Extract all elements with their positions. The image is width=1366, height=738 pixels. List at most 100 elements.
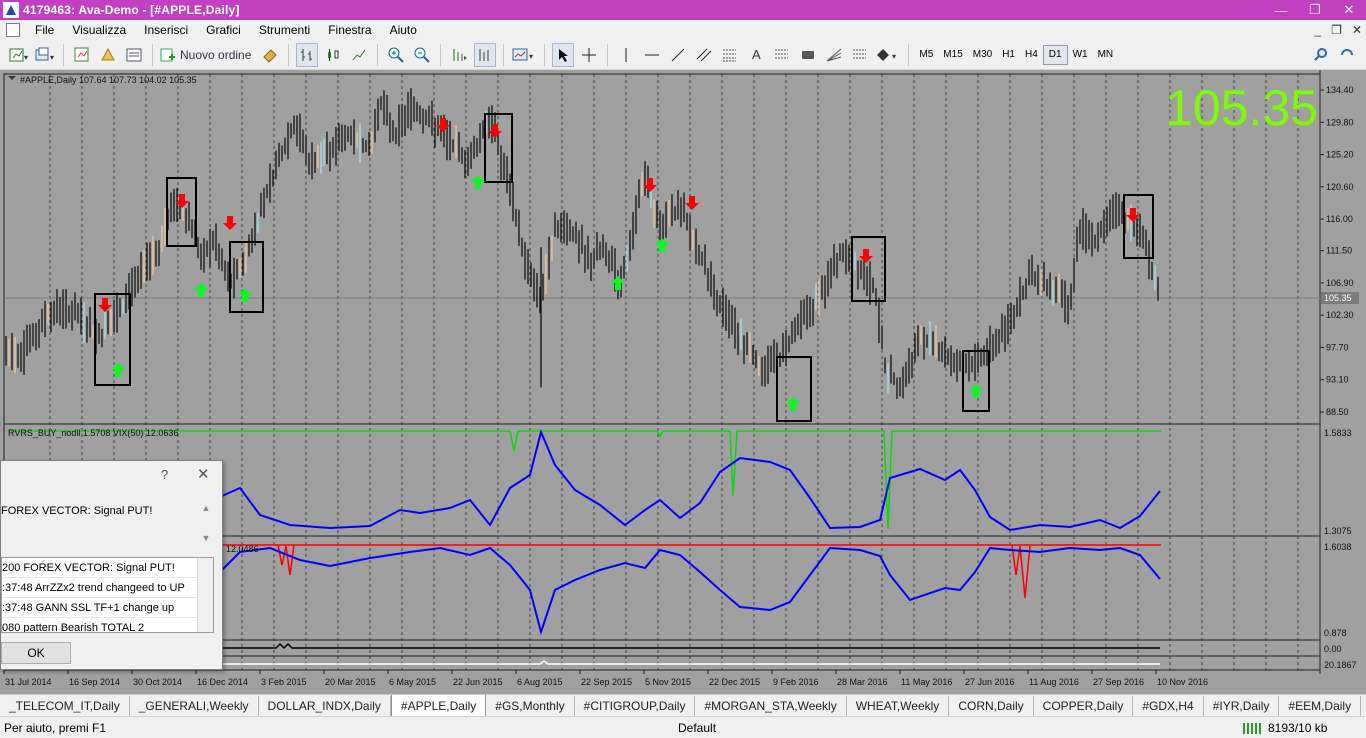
toolbar-separator: [377, 43, 379, 66]
menu-file[interactable]: File: [26, 20, 63, 40]
terminal-icon[interactable]: [123, 43, 145, 67]
list-item[interactable]: :37:48 ArrZZx2 trend changeed to UP: [2, 578, 213, 598]
tab-gdx[interactable]: #GDX,H4: [1133, 696, 1204, 716]
message-scrollbar[interactable]: ▲ ▼: [199, 503, 213, 549]
chart-window-icon[interactable]: [6, 23, 20, 37]
menu-insert[interactable]: Inserisci: [135, 20, 197, 40]
timeframe-m15[interactable]: M15: [938, 45, 967, 65]
tab-copper[interactable]: COPPER,Daily: [1034, 696, 1134, 716]
alert-close-button[interactable]: ✕: [197, 465, 210, 483]
timeframe-h1[interactable]: H1: [997, 45, 1020, 65]
market-watch-icon[interactable]: [71, 43, 93, 67]
gann-icon[interactable]: [823, 43, 845, 67]
tab-gs[interactable]: #GS,Monthly: [486, 696, 575, 716]
alert-log-list[interactable]: 200 FOREX VECTOR: Signal PUT! :37:48 Arr…: [1, 557, 214, 633]
tab-dollar-indx[interactable]: DOLLAR_INDX,Daily: [259, 696, 391, 716]
shapes-icon[interactable]: [797, 43, 819, 67]
date-axis-label: 6 May 2015: [389, 677, 436, 687]
chart-shift-icon[interactable]: [448, 43, 470, 67]
price-axis-label: 129.80: [1326, 117, 1354, 127]
candlestick-icon[interactable]: [322, 43, 344, 67]
price-axis-label: 111.50: [1326, 246, 1352, 256]
date-axis-label: 22 Sep 2015: [581, 677, 632, 687]
date-axis-label: 3 Feb 2015: [261, 677, 307, 687]
menu-window[interactable]: Finestra: [319, 20, 380, 40]
menu-view[interactable]: Visualizza: [63, 20, 135, 40]
chart-window[interactable]: 134.40 129.80 125.20 120.60 116.00 111.50 106.…: [0, 70, 1366, 694]
tab-generali[interactable]: _GENERALI,Weekly: [130, 696, 259, 716]
mdi-restore-button[interactable]: ❐: [1331, 20, 1342, 40]
vertical-line-icon[interactable]: [615, 43, 637, 67]
timeframe-d1[interactable]: D1: [1042, 44, 1068, 65]
price-axis-label: 125.20: [1326, 150, 1354, 160]
toolbar-separator: [63, 43, 64, 66]
date-axis-label: 28 Mar 2016: [837, 677, 888, 687]
horizontal-line-icon[interactable]: [641, 43, 663, 67]
mdi-minimize-button[interactable]: _: [1314, 20, 1321, 40]
log-scrollbar[interactable]: [197, 558, 213, 632]
templates-icon[interactable]: ▾: [511, 43, 537, 67]
help-button[interactable]: ?: [161, 467, 168, 482]
zoom-in-icon[interactable]: [385, 43, 407, 67]
timeframe-mn[interactable]: MN: [1093, 45, 1119, 65]
date-axis-label: 30 Oct 2014: [133, 677, 182, 687]
equidistant-channel-icon[interactable]: [693, 43, 715, 67]
timeframe-h4[interactable]: H4: [1020, 45, 1043, 65]
list-item[interactable]: 080 pattern Bearish TOTAL 2: [2, 618, 213, 632]
date-axis-label: 10 Nov 2016: [1157, 677, 1208, 687]
indicator2-axis-top: 1.6038: [1324, 542, 1352, 552]
crosshair-icon[interactable]: [578, 43, 600, 67]
arrows-icon[interactable]: ▾: [875, 43, 901, 67]
price-axis-label: 116.00: [1326, 214, 1353, 224]
tab-telecom-it[interactable]: _TELECOM_IT,Daily: [0, 696, 130, 716]
trendline-icon[interactable]: [667, 43, 689, 67]
menu-charts[interactable]: Grafici: [197, 20, 250, 40]
community-icon[interactable]: [1336, 43, 1358, 67]
profiles-icon[interactable]: ▾: [34, 43, 56, 67]
fibonacci-icon[interactable]: [719, 43, 741, 67]
tab-corn[interactable]: CORN,Daily: [949, 696, 1034, 716]
list-item[interactable]: :37:48 GANN SSL TF+1 change up: [2, 598, 213, 618]
date-axis-label: 27 Sep 2016: [1093, 677, 1144, 687]
new-order-button[interactable]: Nuovo ordine: [160, 43, 255, 67]
menu-tools[interactable]: Strumenti: [250, 20, 319, 40]
tab-apple[interactable]: #APPLE,Daily: [390, 695, 487, 716]
date-axis-label: 9 Feb 2016: [773, 677, 819, 687]
text-icon[interactable]: A: [745, 43, 767, 67]
andrews-pitchfork-icon[interactable]: [849, 43, 871, 67]
tab-morgan-sta[interactable]: #MORGAN_STA,Weekly: [695, 696, 847, 716]
timeframe-m30[interactable]: M30: [968, 45, 997, 65]
timeframe-m5[interactable]: M5: [914, 45, 938, 65]
autotrading-icon[interactable]: [259, 43, 281, 67]
search-icon[interactable]: [1310, 43, 1332, 67]
close-window-button[interactable]: ✕: [1332, 0, 1366, 20]
tab-wheat[interactable]: WHEAT,Weekly: [847, 696, 950, 716]
line-chart-icon[interactable]: [348, 43, 370, 67]
new-chart-icon[interactable]: ▾: [8, 43, 30, 67]
date-axis-label: 6 Aug 2015: [517, 677, 563, 687]
price-axis-label: 102.30: [1326, 310, 1354, 320]
toolbar-separator: [440, 43, 442, 66]
autoscroll-icon[interactable]: [474, 42, 497, 67]
label-icon[interactable]: [771, 43, 793, 67]
mdi-close-button[interactable]: ✕: [1352, 20, 1362, 40]
timeframe-w1[interactable]: W1: [1068, 45, 1093, 65]
tab-citigroup[interactable]: #CITIGROUP,Daily: [575, 696, 696, 716]
menu-help[interactable]: Aiuto: [381, 20, 426, 40]
indicator1-axis-top: 1.5833: [1324, 428, 1352, 438]
maximize-button[interactable]: ❐: [1298, 0, 1332, 20]
indicator3-axis: 0.00: [1324, 644, 1342, 654]
tab-eem[interactable]: #EEM,Daily: [1279, 696, 1362, 716]
navigator-icon[interactable]: [97, 43, 119, 67]
minimize-button[interactable]: —: [1264, 0, 1298, 20]
alert-message: FOREX VECTOR: Signal PUT!: [1, 505, 153, 517]
connection-icon: [1243, 723, 1261, 734]
tab-iyr[interactable]: #IYR,Daily: [1204, 696, 1280, 716]
ok-button[interactable]: OK: [1, 642, 71, 664]
cursor-icon[interactable]: [552, 42, 575, 67]
alert-dialog: ? ✕ FOREX VECTOR: Signal PUT! ▲ ▼ 200 FOR…: [0, 460, 223, 670]
svg-text:▾: ▾: [892, 52, 896, 61]
bar-chart-icon[interactable]: [296, 42, 319, 67]
zoom-out-icon[interactable]: [411, 43, 433, 67]
list-item[interactable]: 200 FOREX VECTOR: Signal PUT!: [2, 558, 213, 578]
